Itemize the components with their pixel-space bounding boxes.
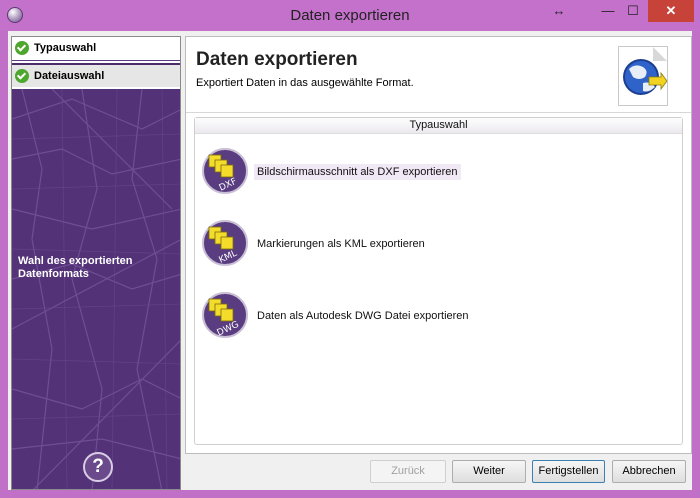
resize-icon[interactable]: ↔ bbox=[548, 0, 570, 22]
city-map-background bbox=[12, 89, 180, 489]
window-title: Daten exportieren bbox=[290, 7, 410, 24]
back-button[interactable]: Zurück bbox=[370, 460, 446, 483]
checkmark-icon bbox=[15, 69, 29, 83]
step-dateiauswahl[interactable]: Dateiauswahl bbox=[12, 63, 180, 87]
export-dialog-window: Daten exportieren ↔ — ☐ ✕ Typauswahl Dat… bbox=[0, 0, 700, 498]
kml-export-icon: KML bbox=[202, 220, 248, 266]
option-label: Bildschirmausschnitt als DXF exportieren bbox=[254, 164, 461, 180]
option-dxf-export[interactable]: DXF Bildschirmausschnitt als DXF exporti… bbox=[201, 147, 671, 197]
title-bar[interactable]: Daten exportieren ↔ — ☐ ✕ bbox=[0, 0, 700, 31]
finish-button[interactable]: Fertigstellen bbox=[532, 460, 605, 483]
option-label: Markierungen als KML exportieren bbox=[257, 238, 425, 250]
option-kml-export[interactable]: KML Markierungen als KML exportieren bbox=[201, 219, 671, 269]
dwg-export-icon: DWG bbox=[202, 292, 248, 339]
checkmark-icon bbox=[15, 41, 29, 55]
page-title: Daten exportieren bbox=[196, 49, 358, 70]
option-dwg-export[interactable]: DWG Daten als Autodesk DWG Datei exporti… bbox=[201, 291, 671, 341]
maximize-button[interactable]: ☐ bbox=[620, 0, 646, 22]
option-label: Daten als Autodesk DWG Datei exportieren bbox=[257, 310, 469, 322]
header-divider bbox=[186, 112, 691, 113]
globe-export-icon bbox=[618, 46, 668, 106]
step-typauswahl[interactable]: Typauswahl bbox=[12, 37, 180, 61]
step-description: Wahl des exportierten Datenformats bbox=[18, 255, 133, 280]
help-button[interactable]: ? bbox=[83, 452, 113, 482]
wizard-steps: Typauswahl Dateiauswahl bbox=[12, 37, 180, 89]
cancel-button[interactable]: Abbrechen bbox=[612, 460, 686, 483]
step-label: Typauswahl bbox=[34, 42, 97, 54]
next-button[interactable]: Weiter bbox=[452, 460, 526, 483]
wizard-content: Daten exportieren Exportiert Daten in da… bbox=[185, 36, 692, 454]
wizard-sidebar: Typauswahl Dateiauswahl Wahl des exporti… bbox=[11, 36, 181, 490]
step-label: Dateiauswahl bbox=[34, 70, 105, 82]
group-title: Typauswahl bbox=[195, 118, 682, 134]
minimize-button[interactable]: — bbox=[596, 0, 620, 22]
close-button[interactable]: ✕ bbox=[648, 0, 694, 22]
page-subtitle: Exportiert Daten in das ausgewählte Form… bbox=[196, 77, 414, 89]
type-selection-group: Typauswahl DXF Bildschirmausschnitt als … bbox=[194, 117, 683, 445]
dialog-client-area: Typauswahl Dateiauswahl Wahl des exporti… bbox=[8, 31, 692, 490]
dxf-export-icon: DXF bbox=[202, 148, 248, 194]
